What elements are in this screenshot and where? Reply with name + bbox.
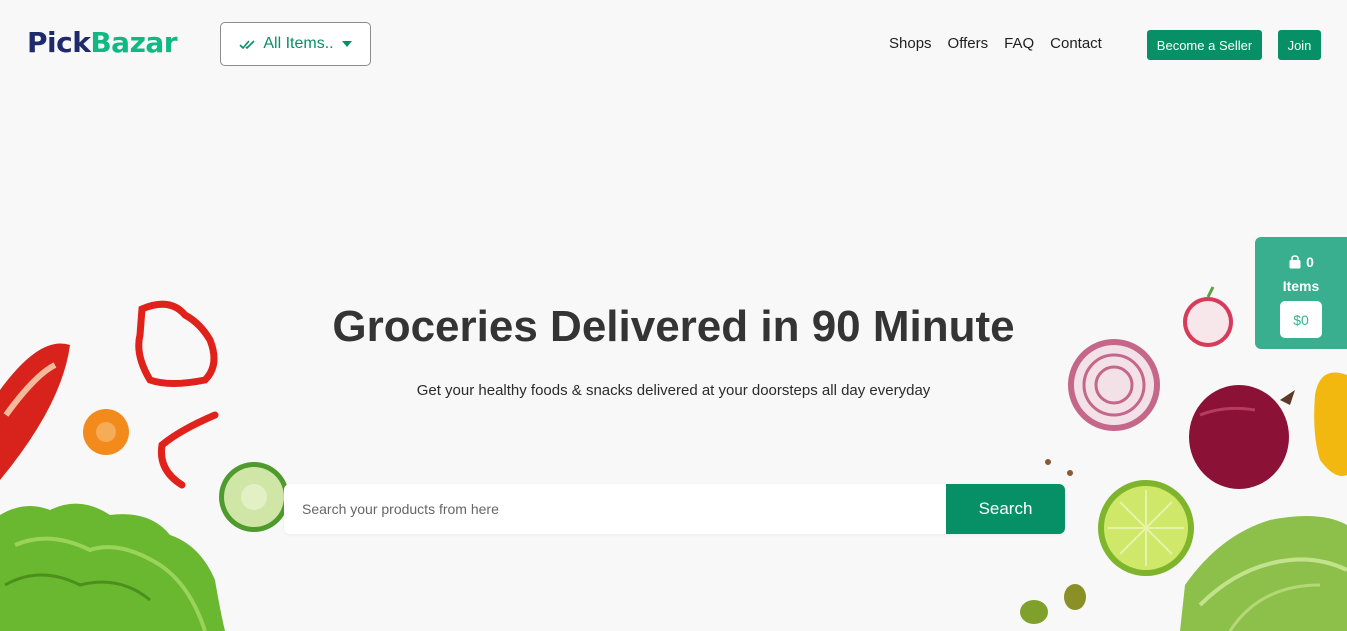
nav-contact[interactable]: Contact: [1050, 35, 1102, 52]
category-dropdown[interactable]: All Items..: [220, 22, 371, 66]
logo[interactable]: PickBazar: [27, 26, 178, 59]
nav-shops[interactable]: Shops: [889, 35, 932, 52]
hero-subtitle: Get your healthy foods & snacks delivere…: [416, 382, 931, 399]
header: PickBazar All Items.. Shops Offers FAQ C…: [0, 0, 1347, 90]
cart-count: 0: [1306, 254, 1314, 270]
double-check-icon: [239, 40, 255, 50]
nav-faq[interactable]: FAQ: [1004, 35, 1034, 52]
search-input[interactable]: [284, 484, 946, 534]
logo-part-bazar: Bazar: [90, 26, 178, 59]
cart-total: $0: [1280, 301, 1322, 338]
cart-items-label: Items: [1282, 278, 1320, 294]
join-button[interactable]: Join: [1278, 30, 1321, 60]
cart-widget[interactable]: 0 Items $0: [1255, 237, 1347, 349]
category-label: All Items..: [263, 35, 334, 52]
become-seller-button[interactable]: Become a Seller: [1147, 30, 1262, 60]
main-nav: Shops Offers FAQ Contact: [889, 35, 1118, 52]
caret-down-icon: [341, 41, 352, 47]
shopping-bag-icon: [1289, 255, 1301, 269]
logo-part-pick: Pick: [27, 26, 91, 59]
hero-title: Groceries Delivered in 90 Minute: [332, 302, 1015, 351]
nav-offers[interactable]: Offers: [948, 35, 989, 52]
search-button[interactable]: Search: [946, 484, 1065, 534]
cart-count-row: 0: [1255, 254, 1347, 270]
search-bar: Search: [284, 484, 1065, 534]
